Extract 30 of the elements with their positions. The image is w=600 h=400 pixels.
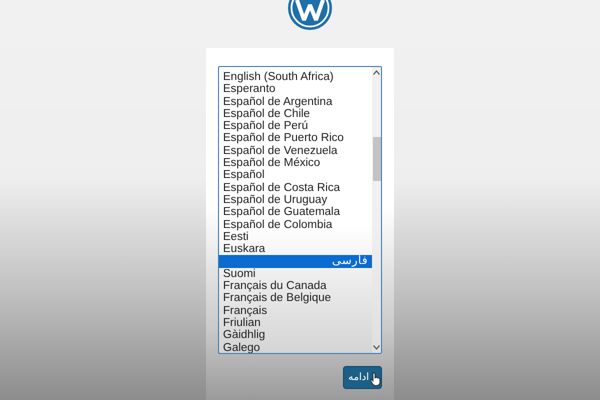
language-option[interactable]: Français du Canada <box>219 280 372 292</box>
hand-cursor-icon <box>370 372 381 386</box>
language-option[interactable]: Eesti <box>219 230 372 244</box>
language-option[interactable]: English (South Africa) <box>219 71 372 84</box>
language-option[interactable]: Español de Venezuela <box>219 144 372 158</box>
scrollbar[interactable] <box>372 67 381 353</box>
language-option[interactable]: Galego <box>219 342 372 353</box>
language-option[interactable]: Español de Argentina <box>219 96 372 108</box>
language-option[interactable]: Français <box>219 304 372 317</box>
continue-button[interactable]: ادامه <box>343 366 382 389</box>
language-option[interactable]: Esperanto <box>219 83 372 96</box>
language-option[interactable]: Español de Uruguay <box>219 194 372 206</box>
language-option[interactable]: Gàidhlig <box>219 329 372 342</box>
language-option[interactable]: Español <box>219 169 372 182</box>
language-option[interactable]: Español de Chile <box>219 108 372 120</box>
language-option[interactable]: Friulian <box>219 316 372 330</box>
language-option[interactable]: Español de Colombia <box>219 218 372 231</box>
language-option[interactable]: Français de Belgique <box>219 292 372 305</box>
language-option[interactable]: Euskara <box>219 243 372 256</box>
language-option[interactable]: Español de Guatemala <box>219 206 372 219</box>
language-listbox[interactable] <box>218 66 382 354</box>
language-option[interactable]: Suomi <box>219 268 372 280</box>
scroll-up-icon[interactable] <box>373 70 380 75</box>
language-option[interactable]: فارسی <box>219 255 372 268</box>
scrollbar-thumb[interactable] <box>372 137 380 181</box>
language-option[interactable]: Español de Perú <box>219 120 372 132</box>
language-option[interactable]: Español de México <box>219 157 372 170</box>
scroll-down-icon[interactable] <box>373 345 380 350</box>
language-option[interactable]: Español de Costa Rica <box>219 182 372 194</box>
language-option[interactable]: Español de Puerto Rico <box>219 132 372 145</box>
